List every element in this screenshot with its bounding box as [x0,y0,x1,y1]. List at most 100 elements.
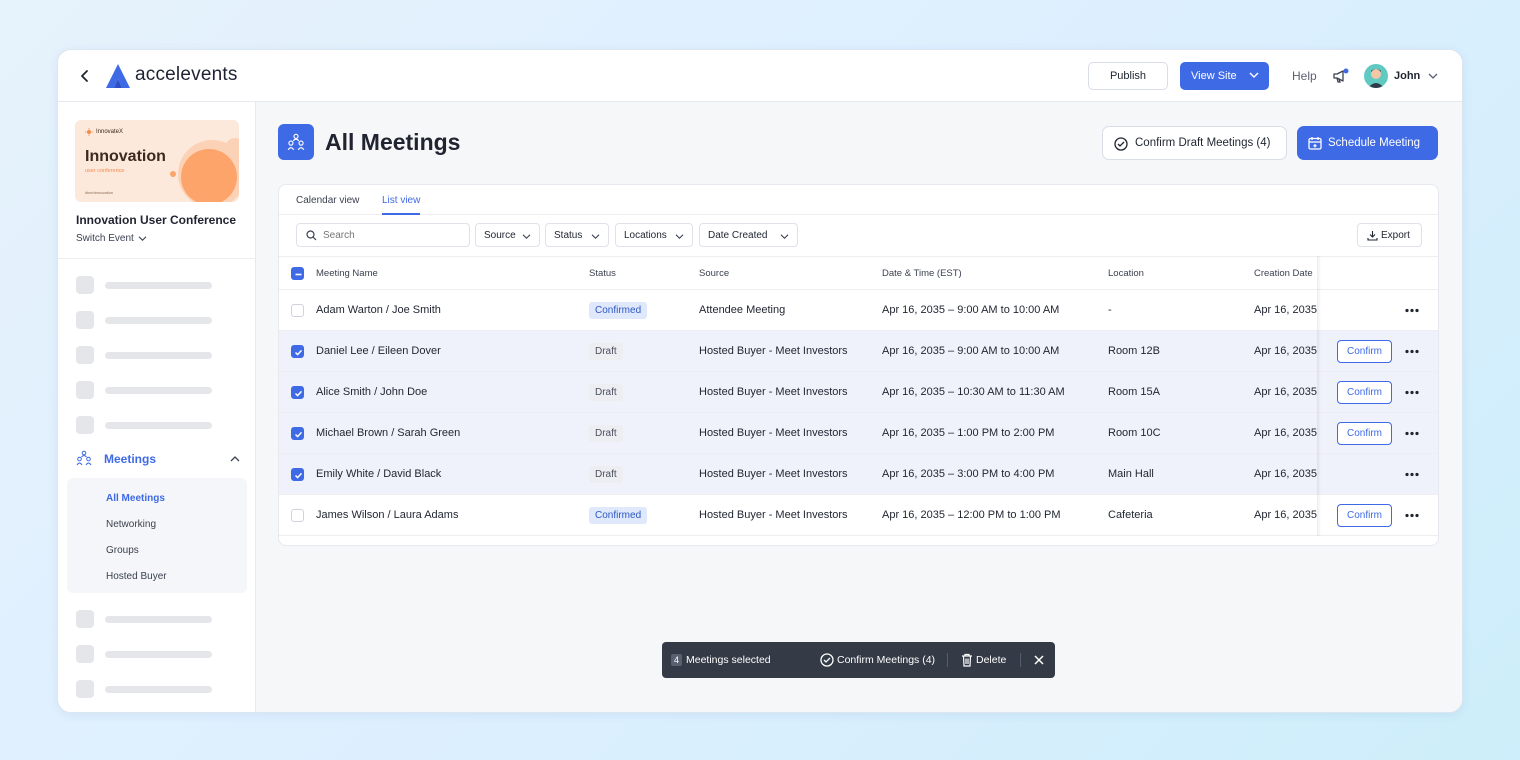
meeting-name[interactable]: Michael Brown / Sarah Green [316,427,460,439]
filter-status[interactable]: Status [545,223,609,247]
creation-date-clip: Apr 16, 2035 [1254,413,1318,453]
row-confirm-button[interactable]: Confirm [1337,340,1392,363]
publish-button[interactable]: Publish [1088,62,1168,90]
row-confirm-button[interactable]: Confirm [1337,504,1392,527]
creation-date-clip: Apr 16, 2035 [1254,495,1318,535]
banner-title: Innovation [85,148,166,165]
banner-brand-text: InnovateX [96,129,124,135]
column-header-meeting-name[interactable]: Meeting Name [316,268,378,279]
divider [947,653,948,667]
more-options-icon[interactable] [1404,513,1420,518]
table-row[interactable]: Adam Warton / Joe Smith Confirmed Attendee… [279,290,1438,331]
tab-list-view[interactable]: List view [382,195,421,215]
meeting-source: Hosted Buyer - Meet Investors [699,468,848,480]
column-header-location[interactable]: Location [1108,268,1144,279]
status-badge: Draft [589,425,623,442]
bulk-delete-button[interactable]: Delete [976,654,1006,666]
sidebar-item-placeholder[interactable] [76,381,212,399]
submenu-item-groups[interactable]: Groups [106,545,139,556]
more-options-icon[interactable] [1404,472,1420,477]
back-arrow-icon[interactable] [78,68,92,84]
meeting-name[interactable]: Emily White / David Black [316,468,441,480]
row-checkbox[interactable] [291,304,304,317]
filter-source[interactable]: Source [475,223,540,247]
meeting-name[interactable]: James Wilson / Laura Adams [316,509,458,521]
sidebar-item-placeholder[interactable] [76,276,212,294]
more-options-icon[interactable] [1404,349,1420,354]
row-checkbox[interactable] [291,386,304,399]
column-header-creation-date[interactable]: Creation Date [1254,268,1313,279]
meeting-datetime: Apr 16, 2035 – 10:30 AM to 11:30 AM [882,386,1065,398]
search-input[interactable] [296,223,470,247]
column-header-source[interactable]: Source [699,268,729,279]
table-header: Meeting Name Status Source Date & Time (… [279,256,1438,290]
help-link[interactable]: Help [1292,69,1317,83]
close-icon[interactable] [1034,655,1044,665]
table-row[interactable]: James Wilson / Laura Adams Confirmed Hoste… [279,495,1438,536]
table-row[interactable]: Emily White / David Black Draft Hosted Buy… [279,454,1438,495]
meeting-name[interactable]: Alice Smith / John Doe [316,386,427,398]
check-circle-icon [820,653,834,667]
sticky-column-shadow [1317,256,1321,536]
more-options-icon[interactable] [1404,390,1420,395]
trash-icon [962,653,972,667]
table-row[interactable]: Michael Brown / Sarah Green Draft Hosted B… [279,413,1438,454]
schedule-meeting-button[interactable]: Schedule Meeting [1297,126,1438,160]
meeting-name[interactable]: Daniel Lee / Eileen Dover [316,345,441,357]
creation-date: Apr 16, 2035 [1254,304,1317,316]
submenu-item-networking[interactable]: Networking [106,519,156,530]
event-banner: InnovateX Innovation user conference #te… [75,120,239,202]
table-row[interactable]: Alice Smith / John Doe Draft Hosted Buyer … [279,372,1438,413]
meetings-people-icon [287,133,305,151]
meeting-name[interactable]: Adam Warton / Joe Smith [316,304,441,316]
sidebar-divider [58,258,256,259]
column-header-date-time[interactable]: Date & Time (EST) [882,268,962,279]
sidebar-item-placeholder[interactable] [76,311,212,329]
more-options-icon[interactable] [1404,431,1420,436]
tab-calendar-view[interactable]: Calendar view [296,195,359,215]
row-checkbox[interactable] [291,468,304,481]
creation-date-clip: Apr 16, 2035 [1254,290,1318,330]
checkmark-icon [294,349,303,356]
row-confirm-button[interactable]: Confirm [1337,422,1392,445]
select-all-checkbox[interactable] [291,267,304,280]
chevron-down-icon [522,234,531,240]
calendar-add-icon [1308,137,1322,150]
sidebar-item-placeholder[interactable] [76,346,212,364]
meeting-datetime: Apr 16, 2035 – 3:00 PM to 4:00 PM [882,468,1055,480]
confirm-drafts-label: Confirm Draft Meetings (4) [1135,137,1271,149]
meeting-datetime: Apr 16, 2035 – 1:00 PM to 2:00 PM [882,427,1055,439]
user-name[interactable]: John [1394,70,1420,82]
meeting-source: Attendee Meeting [699,304,786,316]
switch-event-dropdown[interactable]: Switch Event [76,233,147,244]
submenu-item-all-meetings[interactable]: All Meetings [106,493,165,504]
column-header-status[interactable]: Status [589,268,616,279]
avatar-person-icon [1368,69,1384,88]
filter-date-created[interactable]: Date Created [699,223,798,247]
filter-locations[interactable]: Locations [615,223,693,247]
sidebar-item-meetings[interactable]: Meetings [76,450,240,470]
table-row[interactable]: Daniel Lee / Eileen Dover Draft Hosted Buy… [279,331,1438,372]
meeting-location: Cafeteria [1108,509,1153,521]
view-site-button[interactable]: View Site [1180,62,1269,90]
export-button[interactable]: Export [1357,223,1422,247]
bulk-confirm-meetings-button[interactable]: Confirm Meetings (4) [837,654,935,666]
meetings-people-icon [76,450,92,466]
confirm-draft-meetings-button[interactable]: Confirm Draft Meetings (4) [1102,126,1287,160]
sidebar-item-placeholder[interactable] [76,610,212,628]
sidebar-item-placeholder[interactable] [76,645,212,663]
sidebar-item-placeholder[interactable] [76,416,212,434]
row-confirm-button[interactable]: Confirm [1337,381,1392,404]
sidebar-item-placeholder[interactable] [76,680,212,698]
megaphone-notification-icon[interactable] [1332,67,1350,85]
more-options-icon[interactable] [1404,308,1420,313]
search-icon [306,230,317,241]
chevron-down-icon[interactable] [1428,72,1438,80]
sun-icon [85,128,93,136]
user-avatar[interactable] [1364,64,1388,88]
row-checkbox[interactable] [291,345,304,358]
submenu-item-hosted-buyer[interactable]: Hosted Buyer [106,571,167,582]
export-label: Export [1381,229,1410,241]
row-checkbox[interactable] [291,427,304,440]
row-checkbox[interactable] [291,509,304,522]
